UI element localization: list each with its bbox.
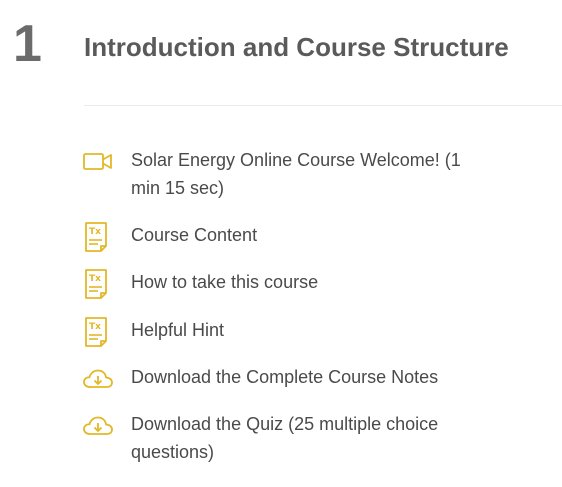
lesson-label: How to take this course <box>131 272 319 292</box>
lesson-label: Download the Complete Course Notes <box>131 367 439 387</box>
cloud-download-icon <box>83 369 113 388</box>
lesson-label: Download the Quiz (25 multiple choice qu… <box>131 414 439 462</box>
lesson-item-download-course-notes[interactable]: Download the Complete Course Notes <box>82 363 482 393</box>
cloud-download-icon <box>83 416 113 435</box>
svg-text:Tx: Tx <box>89 227 101 237</box>
lesson-label: Solar Energy Online Course Welcome! (1 m… <box>131 150 461 198</box>
text-document-icon: Tx <box>85 317 107 347</box>
text-document-icon: Tx <box>85 269 107 299</box>
lesson-label: Course Content <box>131 225 258 245</box>
svg-text:Tx: Tx <box>89 274 101 284</box>
lesson-item-course-content[interactable]: Tx Course Content <box>82 221 482 252</box>
video-icon <box>83 153 112 170</box>
lesson-label: Helpful Hint <box>131 320 225 340</box>
lesson-item-how-to-take-course[interactable]: Tx How to take this course <box>82 268 482 299</box>
lesson-item-download-quiz[interactable]: Download the Quiz (25 multiple choice qu… <box>82 410 482 466</box>
svg-text:Tx: Tx <box>89 322 101 332</box>
lesson-item-helpful-hint[interactable]: Tx Helpful Hint <box>82 316 482 347</box>
lesson-list: Solar Energy Online Course Welcome! (1 m… <box>0 0 562 487</box>
lesson-item-welcome-video[interactable]: Solar Energy Online Course Welcome! (1 m… <box>82 146 482 202</box>
text-document-icon: Tx <box>85 222 107 252</box>
